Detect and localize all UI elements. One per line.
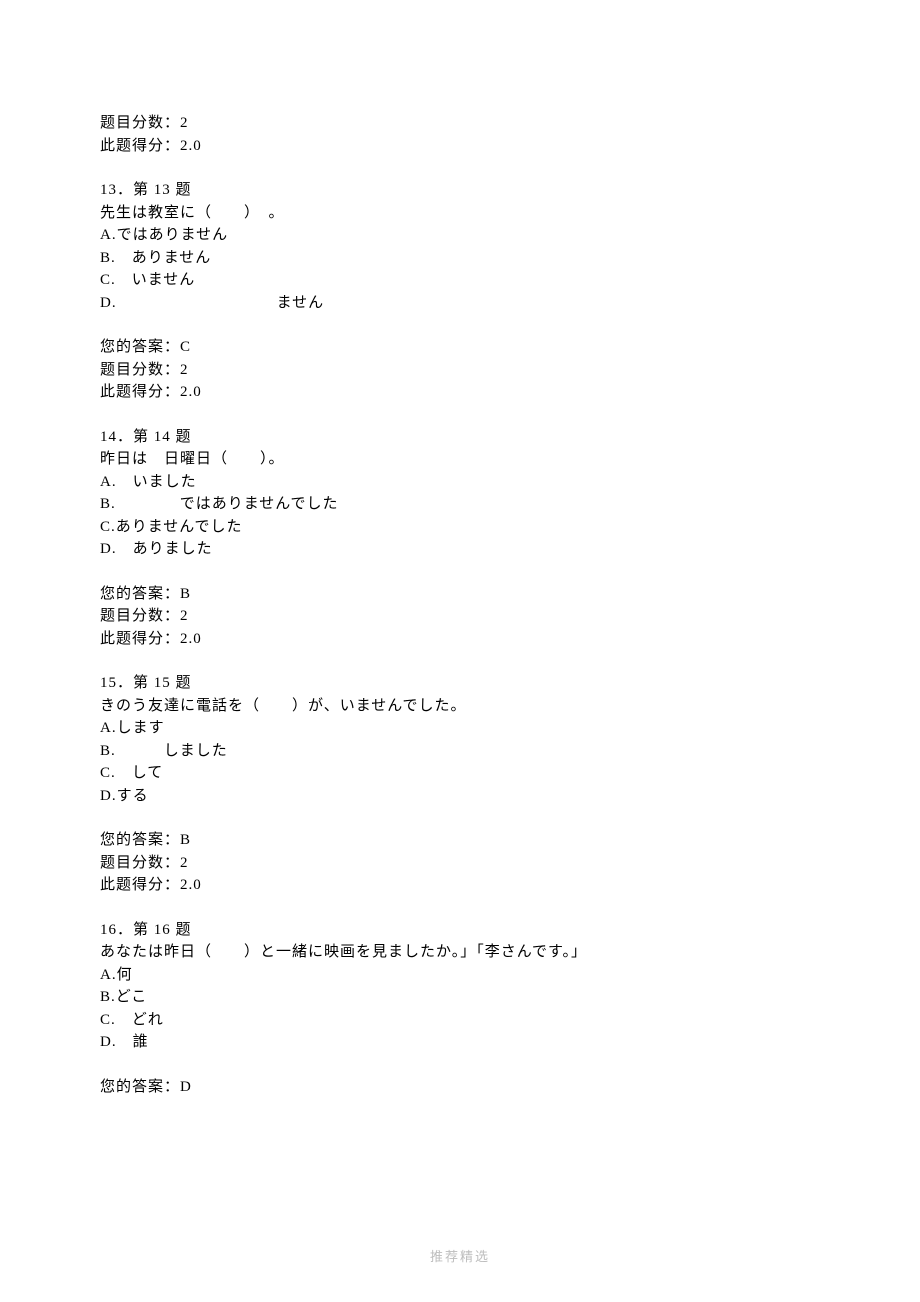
page: 题目分数：2 此题得分：2.0 13．第 13 题 先生は教室に（ ） 。 A.… bbox=[0, 0, 920, 1302]
q14-answer-line: 您的答案：B bbox=[100, 583, 820, 606]
q14-option-a: A. いました bbox=[100, 471, 820, 494]
q13-header: 13．第 13 题 bbox=[100, 179, 820, 202]
q15-score-label: 此题得分： bbox=[100, 877, 180, 893]
q13-maxscore-line: 题目分数：2 bbox=[100, 359, 820, 382]
prev-question-trailing-score: 题目分数：2 此题得分：2.0 bbox=[100, 112, 820, 157]
q14-score-label: 此题得分： bbox=[100, 631, 180, 647]
q14-option-b: B. ではありませんでした bbox=[100, 493, 820, 516]
q15-score-line: 此题得分：2.0 bbox=[100, 874, 820, 897]
q13-result: 您的答案：C 题目分数：2 此题得分：2.0 bbox=[100, 336, 820, 404]
q14-score-line: 此题得分：2.0 bbox=[100, 628, 820, 651]
q14-answer-label: 您的答案： bbox=[100, 586, 180, 602]
prev-maxscore-value: 2 bbox=[180, 115, 189, 131]
q14-option-d: D. ありました bbox=[100, 538, 820, 561]
q15-maxscore-label: 题目分数： bbox=[100, 855, 180, 871]
q15-option-a: A.します bbox=[100, 717, 820, 740]
prev-maxscore-line: 题目分数：2 bbox=[100, 112, 820, 135]
prev-maxscore-label: 题目分数： bbox=[100, 115, 180, 131]
q16-prompt: あなたは昨日（ ）と一緒に映画を見ましたか。」「李さんです。」 bbox=[100, 941, 820, 964]
q14-option-c: C.ありませんでした bbox=[100, 516, 820, 539]
q13-option-c: C. いません bbox=[100, 269, 820, 292]
q13-answer-line: 您的答案：C bbox=[100, 336, 820, 359]
question-16: 16．第 16 题 あなたは昨日（ ）と一緒に映画を見ましたか。」「李さんです。… bbox=[100, 919, 820, 1054]
q16-option-d: D. 誰 bbox=[100, 1031, 820, 1054]
question-13: 13．第 13 题 先生は教室に（ ） 。 A.ではありません B. ありません… bbox=[100, 179, 820, 314]
q15-option-b: B. しました bbox=[100, 740, 820, 763]
q16-option-a: A.何 bbox=[100, 964, 820, 987]
q13-prompt: 先生は教室に（ ） 。 bbox=[100, 202, 820, 225]
q15-option-c: C. して bbox=[100, 762, 820, 785]
q14-score-value: 2.0 bbox=[180, 631, 202, 647]
prev-score-label: 此题得分： bbox=[100, 138, 180, 154]
q13-score-value: 2.0 bbox=[180, 384, 202, 400]
q14-result: 您的答案：B 题目分数：2 此题得分：2.0 bbox=[100, 583, 820, 651]
q16-option-b: B.どこ bbox=[100, 986, 820, 1009]
q15-result: 您的答案：B 题目分数：2 此题得分：2.0 bbox=[100, 829, 820, 897]
q13-option-b: B. ありません bbox=[100, 247, 820, 270]
q16-answer-value: D bbox=[180, 1079, 192, 1095]
q15-prompt: きのう友達に電話を（ ）が、いませんでした。 bbox=[100, 695, 820, 718]
q13-answer-label: 您的答案： bbox=[100, 339, 180, 355]
q14-header: 14．第 14 题 bbox=[100, 426, 820, 449]
q16-result: 您的答案：D bbox=[100, 1076, 820, 1099]
q15-header: 15．第 15 题 bbox=[100, 672, 820, 695]
question-15: 15．第 15 题 きのう友達に電話を（ ）が、いませんでした。 A.します B… bbox=[100, 672, 820, 807]
q13-maxscore-value: 2 bbox=[180, 362, 189, 378]
q15-answer-line: 您的答案：B bbox=[100, 829, 820, 852]
q15-score-value: 2.0 bbox=[180, 877, 202, 893]
q15-option-d: D.する bbox=[100, 785, 820, 808]
q13-score-line: 此题得分：2.0 bbox=[100, 381, 820, 404]
prev-score-value: 2.0 bbox=[180, 138, 202, 154]
q15-maxscore-value: 2 bbox=[180, 855, 189, 871]
q13-maxscore-label: 题目分数： bbox=[100, 362, 180, 378]
prev-score-line: 此题得分：2.0 bbox=[100, 135, 820, 158]
q16-header: 16．第 16 题 bbox=[100, 919, 820, 942]
question-14: 14．第 14 题 昨日は 日曜日（ ）。 A. いました B. ではありません… bbox=[100, 426, 820, 561]
q15-maxscore-line: 题目分数：2 bbox=[100, 852, 820, 875]
q13-score-label: 此题得分： bbox=[100, 384, 180, 400]
q14-maxscore-label: 题目分数： bbox=[100, 608, 180, 624]
q14-maxscore-value: 2 bbox=[180, 608, 189, 624]
q13-option-d: D. ません bbox=[100, 292, 820, 315]
q15-answer-label: 您的答案： bbox=[100, 832, 180, 848]
q14-prompt: 昨日は 日曜日（ ）。 bbox=[100, 448, 820, 471]
q13-answer-value: C bbox=[180, 339, 191, 355]
page-footer: 推荐精选 bbox=[0, 1247, 920, 1267]
q14-maxscore-line: 题目分数：2 bbox=[100, 605, 820, 628]
q16-option-c: C. どれ bbox=[100, 1009, 820, 1032]
q14-answer-value: B bbox=[180, 586, 191, 602]
q15-answer-value: B bbox=[180, 832, 191, 848]
q16-answer-label: 您的答案： bbox=[100, 1079, 180, 1095]
q13-option-a: A.ではありません bbox=[100, 224, 820, 247]
q16-answer-line: 您的答案：D bbox=[100, 1076, 820, 1099]
